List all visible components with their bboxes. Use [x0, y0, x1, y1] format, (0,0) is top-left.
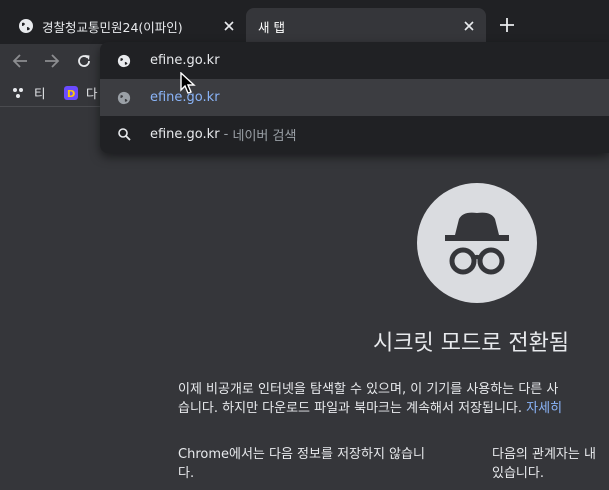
visible-to-heading: 다음의 관계자는 내 [492, 447, 596, 462]
tab-strip: 경찰청교통민원24(이파인) 새 탭 [0, 0, 609, 44]
daum-icon: D [64, 85, 78, 100]
close-icon[interactable] [220, 17, 238, 35]
bookmark-label: 다 [86, 86, 98, 101]
suggestion-separator: - [219, 127, 233, 142]
new-tab-button[interactable] [496, 14, 518, 36]
tab-new[interactable]: 새 탭 [246, 8, 486, 44]
suggestion-search-provider: 네이버 검색 [232, 129, 297, 144]
forward-button[interactable] [42, 51, 62, 71]
globe-icon [116, 90, 132, 106]
tab-title: 새 탭 [258, 19, 285, 35]
suggestion-search[interactable]: efine.go.kr - 네이버 검색 [100, 116, 609, 153]
intro-line: 습니다. 하지만 다운로드 파일과 북마크는 계속해서 저장됩니다. 자세히 [178, 399, 562, 418]
not-saved-heading: Chrome에서는 다음 정보를 저장하지 않습니 [178, 447, 425, 462]
bookmark-item[interactable]: 티 [12, 83, 46, 102]
reload-button[interactable] [74, 51, 94, 71]
learn-more-link[interactable]: 자세히 [526, 401, 562, 416]
tab-efine[interactable]: 경찰청교통민원24(이파인) [6, 8, 246, 44]
suggestion-text: efine.go.kr [150, 127, 220, 142]
globe-icon [116, 53, 132, 69]
incognito-icon [417, 183, 537, 303]
back-button[interactable] [10, 51, 30, 71]
suggestion-url[interactable]: efine.go.kr [100, 79, 609, 116]
omnibox-input[interactable]: efine.go.kr [100, 42, 609, 79]
mouse-cursor [180, 71, 200, 100]
bookmark-item[interactable]: D 다 [64, 83, 98, 102]
tab-title: 경찰청교통민원24(이파인) [42, 19, 183, 35]
omnibox-input-text[interactable]: efine.go.kr [150, 53, 220, 68]
intro-text: 습니다. 하지만 다운로드 파일과 북마크는 계속해서 저장됩니다. [178, 401, 523, 416]
not-saved-heading-cont: 다. [178, 466, 195, 481]
visible-to-heading-cont: 있습니다. [492, 466, 544, 481]
globe-icon [18, 18, 34, 34]
svg-text:D: D [67, 89, 75, 100]
intro-line: 이제 비공개로 인터넷을 탐색할 수 있으며, 이 기기를 사용하는 다른 사 [178, 382, 559, 397]
omnibox-dropdown: efine.go.kr efine.go.kr efine.go.kr - 네이… [100, 42, 609, 153]
search-icon [116, 127, 132, 143]
page-title: 시크릿 모드로 전환됨 [373, 331, 570, 356]
bookmark-icon [12, 86, 26, 100]
close-icon[interactable] [460, 17, 478, 35]
bookmark-label: 티 [34, 86, 46, 101]
